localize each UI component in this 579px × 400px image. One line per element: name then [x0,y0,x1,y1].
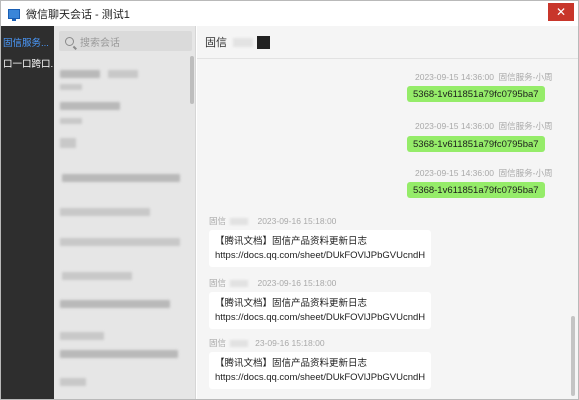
close-button[interactable]: ✕ [548,3,574,21]
chat-title: 固信 [205,37,227,49]
list-item[interactable] [58,232,186,262]
list-item[interactable] [58,168,186,198]
list-item[interactable] [58,134,186,164]
message-meta: 2023-09-15 14:36:00 固信服务-小周 [415,72,553,82]
conversation-list: 搜索会话 [54,26,196,399]
search-placeholder: 搜索会话 [80,37,120,49]
message-meta: 固信 2023-09-16 15:18:00 [209,216,337,226]
message-meta: 2023-09-15 14:36:00 固信服务-小周 [415,121,553,131]
message-meta: 固信 23-09-16 15:18:00 [209,338,325,348]
message-bubble-incoming[interactable]: 【腾讯文档】固信产品资料更新日志 https://docs.qq.com/she… [209,292,432,329]
list-item[interactable] [58,64,186,94]
message-bubble-outgoing[interactable]: 5368-1v611851a79fc0795ba7 [407,86,545,102]
app-window: 微信聊天会话 - 测试1 ✕ 固信服务... 口一口跨口... 搜索会话 固信 … [0,0,579,400]
message-link[interactable]: https://docs.qq.com/sheet/DUkFOVlJPbGVUc… [215,311,425,325]
message-link[interactable]: https://docs.qq.com/sheet/DUkFOVlJPbGVUc… [215,249,425,263]
message-bubble-outgoing[interactable]: 5368-1v611851a79fc0795ba7 [407,182,545,198]
list-item[interactable] [58,266,186,296]
list-item[interactable] [58,344,186,374]
monitor-icon [8,8,20,21]
search-icon [65,36,74,46]
nav-item-contact[interactable]: 口一口跨口... [3,56,54,70]
message-link[interactable]: https://docs.qq.com/sheet/DUkFOVlJPbGVUc… [215,371,425,385]
title-bar[interactable]: 微信聊天会话 - 测试1 ✕ [1,1,578,26]
message-title: 【腾讯文档】固信产品资料更新日志 [215,358,368,369]
message-meta: 固信 2023-09-16 15:18:00 [209,278,337,288]
search-input[interactable]: 搜索会话 [59,31,192,51]
message-title: 【腾讯文档】固信产品资料更新日志 [215,298,368,309]
chat-pane: 固信 2023-09-15 14:36:00 固信服务-小周 5368-1v61… [197,26,578,399]
window-title: 微信聊天会话 - 测试1 [26,8,130,21]
message-bubble-incoming[interactable]: 【腾讯文档】固信产品资料更新日志 https://docs.qq.com/she… [209,230,432,267]
list-item[interactable] [58,372,186,400]
message-title: 【腾讯文档】固信产品资料更新日志 [215,236,368,247]
chat-header: 固信 [197,26,578,59]
conversation-list-scrollbar[interactable] [190,56,194,104]
nav-sidebar: 固信服务... 口一口跨口... [1,26,54,399]
list-item[interactable] [58,100,186,130]
nav-item-service[interactable]: 固信服务... [3,35,54,49]
chat-scrollbar[interactable] [571,316,575,396]
message-meta: 2023-09-15 14:36:00 固信服务-小周 [415,168,553,178]
list-item[interactable] [58,294,186,324]
list-item[interactable] [58,202,186,232]
chat-title-redacted-block [257,35,270,49]
message-bubble-incoming[interactable]: 【腾讯文档】固信产品资料更新日志 https://docs.qq.com/she… [209,352,432,389]
message-bubble-outgoing[interactable]: 5368-1v611851a79fc0795ba7 [407,136,545,152]
chat-title-redacted [233,37,253,47]
